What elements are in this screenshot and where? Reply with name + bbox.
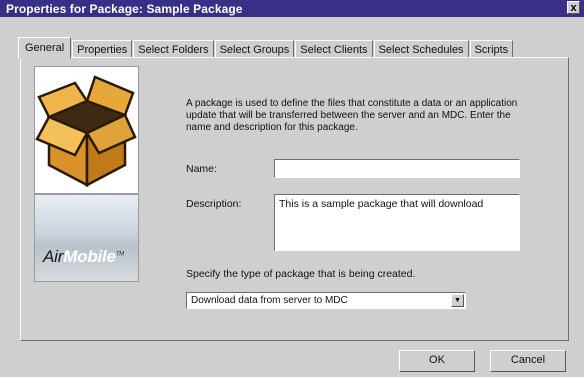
description-field[interactable]: This is a sample package that will downl… bbox=[274, 194, 520, 251]
chevron-down-icon[interactable]: ▼ bbox=[451, 294, 464, 307]
title-bar[interactable]: Properties for Package: Sample Package x bbox=[0, 0, 584, 17]
tab-select-clients[interactable]: Select Clients bbox=[295, 40, 373, 58]
tab-strip: General Properties Select Folders Select… bbox=[18, 36, 514, 59]
tab-properties[interactable]: Properties bbox=[72, 40, 133, 58]
cancel-button[interactable]: Cancel bbox=[490, 350, 566, 372]
package-type-value: Download data from server to MDC bbox=[191, 295, 348, 306]
name-field[interactable] bbox=[274, 159, 520, 178]
package-box-image bbox=[34, 66, 139, 194]
open-box-icon bbox=[35, 75, 137, 188]
tab-select-groups[interactable]: Select Groups bbox=[214, 40, 295, 58]
description-label: Description: bbox=[186, 198, 242, 210]
package-type-prompt: Specify the type of package that is bein… bbox=[186, 268, 416, 280]
tab-scripts[interactable]: Scripts bbox=[469, 40, 514, 58]
airmobile-logo-text: AirMobileTM bbox=[43, 247, 125, 266]
tab-general[interactable]: General bbox=[18, 37, 72, 59]
package-description-text: A package is used to define the files th… bbox=[186, 98, 518, 133]
airmobile-logo: AirMobileTM bbox=[34, 194, 139, 282]
name-label: Name: bbox=[186, 163, 217, 175]
tab-select-schedules[interactable]: Select Schedules bbox=[373, 40, 469, 58]
ok-button[interactable]: OK bbox=[399, 350, 475, 372]
window-title: Properties for Package: Sample Package bbox=[6, 2, 243, 16]
tab-select-folders[interactable]: Select Folders bbox=[133, 40, 214, 58]
close-icon[interactable]: x bbox=[567, 1, 580, 14]
package-type-select[interactable]: Download data from server to MDC ▼ bbox=[186, 292, 466, 309]
properties-dialog: Properties for Package: Sample Package x… bbox=[0, 0, 584, 377]
